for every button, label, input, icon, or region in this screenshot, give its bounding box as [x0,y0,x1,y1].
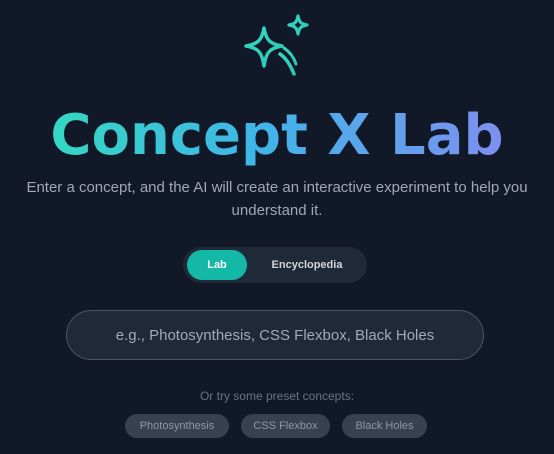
page-title: Concept X Lab [0,100,554,172]
tab-lab[interactable]: Lab [187,250,247,280]
tab-encyclopedia[interactable]: Encyclopedia [257,250,357,280]
preset-label: Or try some preset concepts: [199,389,355,403]
concept-input[interactable] [66,310,484,360]
page-subtitle: Enter a concept, and the AI will create … [26,179,528,219]
sparkles-icon [244,14,309,76]
preset-chip-css-flexbox[interactable]: CSS Flexbox [241,414,330,438]
preset-chip-photosynthesis[interactable]: Photosynthesis [125,414,229,438]
preset-chip-black-holes[interactable]: Black Holes [342,414,427,438]
mode-toggle: Lab Encyclopedia [183,247,367,283]
page-title-text: Concept X Lab [50,103,504,168]
